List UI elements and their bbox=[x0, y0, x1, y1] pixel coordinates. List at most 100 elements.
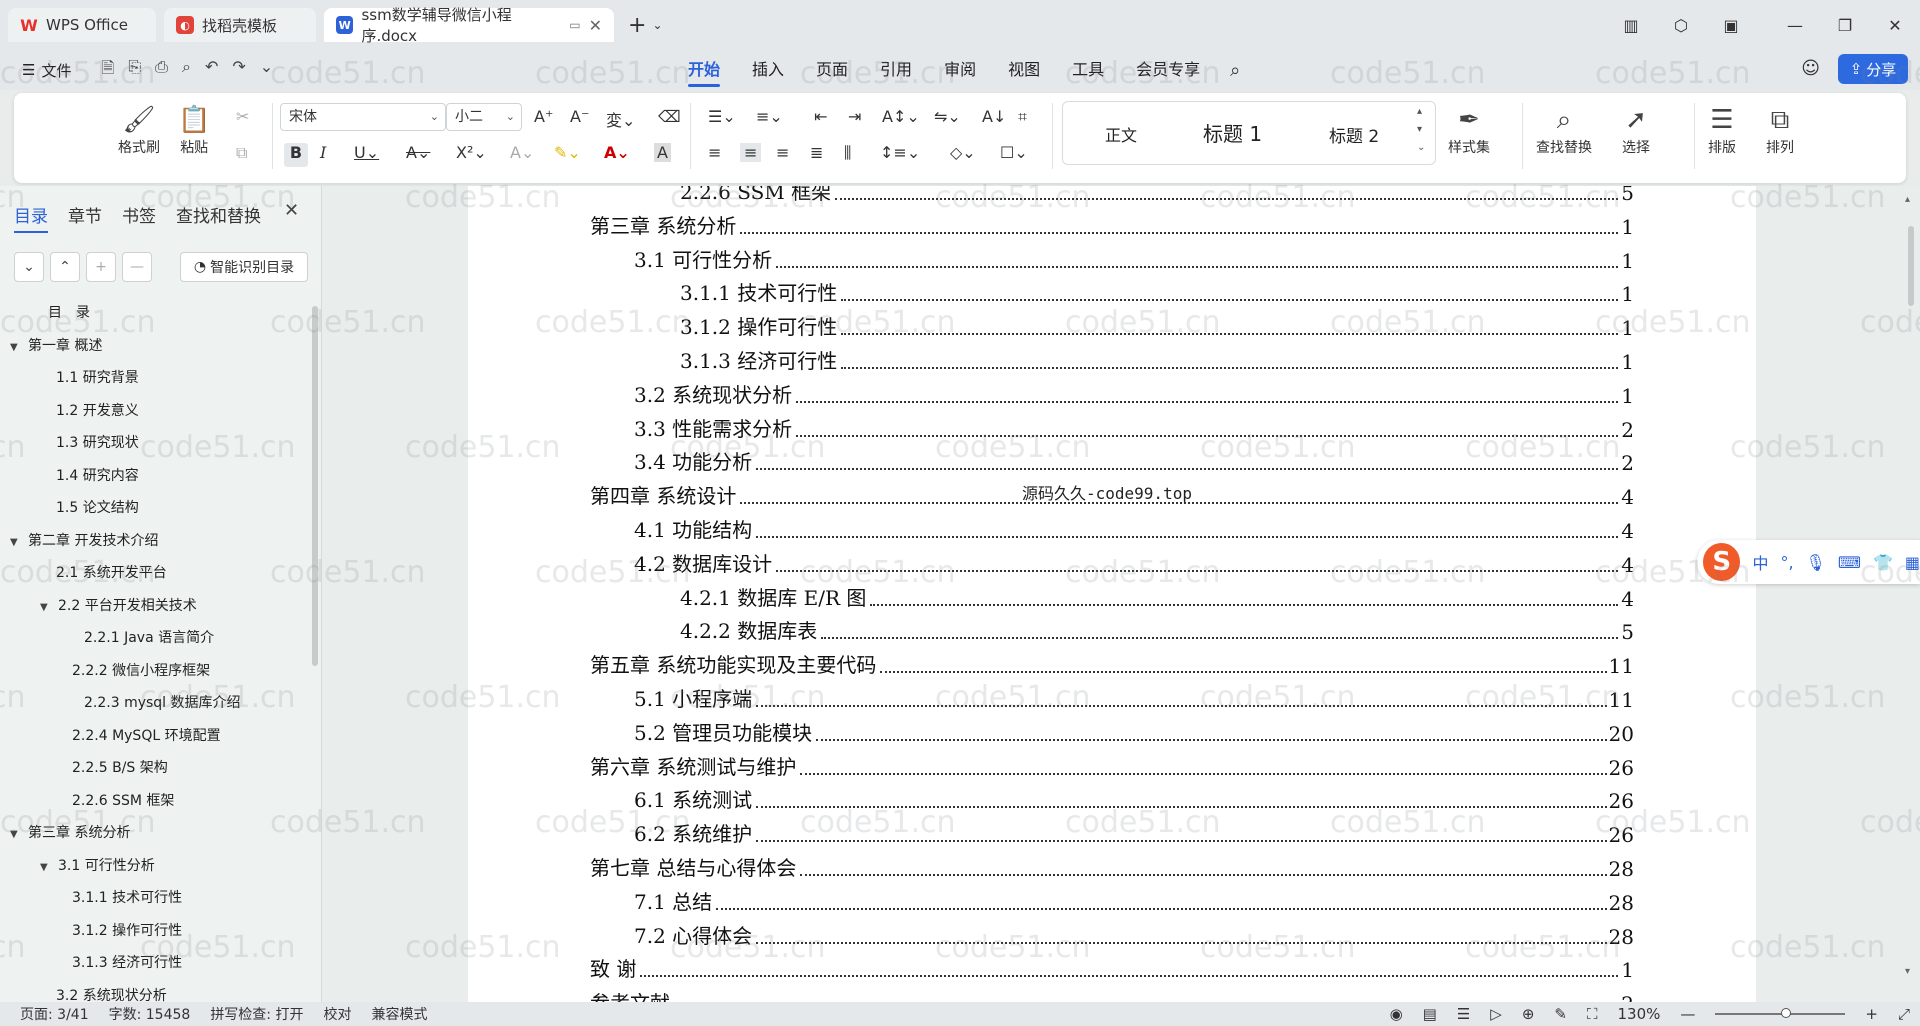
clear-format-icon[interactable]: ⌫ bbox=[658, 107, 681, 126]
toc-item[interactable]: 2.2.1 Java 语言简介 bbox=[84, 627, 214, 647]
sort-icon[interactable]: A↓ bbox=[982, 107, 1006, 126]
tab-wps-office[interactable]: W WPS Office bbox=[8, 8, 156, 42]
align-right-icon[interactable]: ≡ bbox=[776, 143, 789, 162]
styles-scroll-down-icon[interactable]: ▾ bbox=[1417, 124, 1422, 135]
toc-item[interactable]: ▼ 第一章 概述 bbox=[10, 335, 102, 355]
play-icon[interactable]: ▷ bbox=[1490, 1005, 1502, 1023]
tab-bookmarks[interactable]: 书签 bbox=[122, 202, 156, 227]
toc-item[interactable]: ▼ 3.1 可行性分析 bbox=[40, 855, 155, 875]
tab-review[interactable]: 审阅 bbox=[928, 50, 992, 90]
find-replace-button[interactable]: ⌕ 查找替换 bbox=[1536, 103, 1592, 157]
arrange-button[interactable]: ⧉ 排列 bbox=[1766, 103, 1794, 157]
outline-view-icon[interactable]: ☰ bbox=[1457, 1005, 1470, 1023]
justify-icon[interactable]: ≣ bbox=[810, 143, 823, 162]
toc-item[interactable]: 1.2 开发意义 bbox=[56, 400, 139, 420]
microphone-icon[interactable]: 🎙 bbox=[1806, 553, 1826, 572]
eye-icon[interactable]: ◉ bbox=[1390, 1005, 1403, 1023]
save-icon[interactable]: 🗎 bbox=[101, 57, 114, 84]
tab-find-replace[interactable]: 查找和替换 bbox=[176, 202, 261, 227]
toc-item[interactable]: 2.2.4 MySQL 环境配置 bbox=[72, 725, 221, 745]
toc-item[interactable]: 2.1 系统开发平台 bbox=[56, 562, 167, 582]
toc-item[interactable]: 目 录 bbox=[48, 302, 90, 322]
search-icon[interactable]: ⌕ bbox=[1216, 60, 1254, 81]
undo-icon[interactable]: ↶ bbox=[205, 57, 218, 84]
tab-document[interactable]: W ssm数学辅导微信小程序.docx ▭ ✕ bbox=[324, 6, 614, 45]
punctuation-icon[interactable]: °, bbox=[1780, 553, 1793, 572]
chevron-down-icon[interactable]: ⌄ bbox=[260, 57, 273, 84]
tab-page[interactable]: 页面 bbox=[800, 50, 864, 90]
add-button[interactable]: + bbox=[86, 252, 116, 282]
toc-item[interactable]: 2.2.2 微信小程序框架 bbox=[72, 660, 210, 680]
grow-font-icon[interactable]: A⁺ bbox=[534, 107, 553, 126]
print-icon[interactable]: ⎙ bbox=[155, 57, 168, 84]
sogou-logo-icon[interactable]: S bbox=[1703, 543, 1741, 581]
close-pane-icon[interactable]: ✕ bbox=[284, 200, 299, 221]
zoom-slider[interactable] bbox=[1715, 1008, 1846, 1018]
toc-item[interactable]: ▼ 第二章 开发技术介绍 bbox=[10, 530, 158, 550]
page-view-icon[interactable]: ▤ bbox=[1423, 1005, 1437, 1023]
increase-indent-icon[interactable]: ⇥ bbox=[848, 107, 861, 126]
expand-arrow-icon[interactable]: ▼ bbox=[40, 862, 52, 873]
redo-icon[interactable]: ↷ bbox=[232, 57, 245, 84]
new-tab-button[interactable]: + bbox=[628, 13, 646, 38]
tab-insert[interactable]: 插入 bbox=[736, 50, 800, 90]
cube-icon[interactable]: ⬡ bbox=[1656, 16, 1706, 35]
toc-item[interactable]: ▼ 2.2 平台开发相关技术 bbox=[40, 595, 197, 615]
skin-icon[interactable]: 👕 bbox=[1873, 553, 1893, 572]
style-heading-2[interactable]: 标题 2 bbox=[1329, 122, 1379, 147]
phonetic-icon[interactable]: 変⌄ bbox=[606, 107, 635, 131]
shrink-font-icon[interactable]: A⁻ bbox=[570, 107, 589, 126]
show-marks-icon[interactable]: ⌗ bbox=[1018, 107, 1027, 127]
layout-icon[interactable]: ▥ bbox=[1606, 16, 1656, 35]
underline-icon[interactable]: U⌄ bbox=[354, 143, 379, 162]
toc-item[interactable]: 2.2.3 mysql 数据库介绍 bbox=[84, 692, 241, 712]
remove-button[interactable]: — bbox=[122, 252, 152, 282]
paste-button[interactable]: 📋 粘贴 bbox=[178, 103, 210, 157]
zoom-out-icon[interactable]: — bbox=[1680, 1005, 1695, 1023]
tab-member[interactable]: 会员专享 bbox=[1120, 50, 1216, 90]
fit-icon[interactable]: ⛶ bbox=[1587, 1005, 1598, 1023]
close-window-button[interactable]: ✕ bbox=[1870, 16, 1920, 35]
tab-home[interactable]: 开始 bbox=[672, 50, 736, 90]
expand-arrow-icon[interactable]: ▼ bbox=[10, 537, 22, 548]
layout-button[interactable]: ☰ 排版 bbox=[1708, 103, 1736, 157]
bullet-list-icon[interactable]: ☰⌄ bbox=[708, 107, 736, 126]
document-scrollbar[interactable] bbox=[1908, 226, 1914, 306]
pen-icon[interactable]: ✎ bbox=[1554, 1005, 1567, 1023]
align-center-icon[interactable]: ≡ bbox=[740, 143, 762, 162]
italic-icon[interactable]: I bbox=[320, 143, 326, 162]
format-painter-button[interactable]: 🖌 格式刷 bbox=[118, 103, 160, 157]
expand-down-button[interactable]: ⌄ bbox=[14, 252, 44, 282]
tab-toc[interactable]: 目录 bbox=[14, 202, 48, 233]
fullscreen-icon[interactable]: ⤢ bbox=[1898, 1005, 1910, 1023]
line-spacing-icon[interactable]: ↕≡⌄ bbox=[880, 143, 920, 162]
shading-icon[interactable]: ◇⌄ bbox=[950, 143, 976, 162]
styles-scroll-up-icon[interactable]: ▴ bbox=[1417, 106, 1422, 117]
close-tab-icon[interactable]: ✕ bbox=[589, 16, 602, 35]
font-name-select[interactable]: 宋体 ⌄ bbox=[280, 103, 446, 131]
export-icon[interactable]: ⎘ bbox=[128, 57, 141, 84]
tab-references[interactable]: 引用 bbox=[864, 50, 928, 90]
styles-expand-icon[interactable]: ⌄ bbox=[1417, 142, 1425, 153]
toc-item[interactable]: 1.4 研究内容 bbox=[56, 465, 139, 485]
toc-item[interactable]: 3.1.3 经济可行性 bbox=[72, 952, 182, 972]
font-color-icon[interactable]: A⌄ bbox=[604, 143, 630, 162]
tab-chapters[interactable]: 章节 bbox=[68, 202, 102, 227]
style-normal[interactable]: 正文 bbox=[1105, 122, 1137, 146]
share-button[interactable]: ⇪ 分享 bbox=[1838, 54, 1908, 84]
minimize-button[interactable]: — bbox=[1770, 16, 1820, 35]
distribute-icon[interactable]: ⫼ bbox=[844, 143, 851, 163]
toc-item[interactable]: 1.3 研究现状 bbox=[56, 432, 139, 452]
superscript-icon[interactable]: X²⌄ bbox=[456, 143, 487, 162]
select-button[interactable]: ➚ 选择 bbox=[1622, 103, 1650, 157]
tab-docer-templates[interactable]: ◐ 找稻壳模板 bbox=[164, 8, 316, 42]
toc-item[interactable]: 1.1 研究背景 bbox=[56, 367, 139, 387]
tab-view[interactable]: 视图 bbox=[992, 50, 1056, 90]
bold-icon[interactable]: B bbox=[284, 143, 308, 167]
maximize-button[interactable]: ❐ bbox=[1820, 16, 1870, 35]
toc-item[interactable]: 2.2.6 SSM 框架 bbox=[72, 790, 174, 810]
zoom-level[interactable]: 130% bbox=[1618, 1005, 1661, 1023]
copy-icon[interactable]: ⧉ bbox=[236, 143, 247, 163]
print-preview-icon[interactable]: ⌕ bbox=[182, 57, 191, 84]
avatar[interactable]: ▣ bbox=[1706, 16, 1756, 35]
